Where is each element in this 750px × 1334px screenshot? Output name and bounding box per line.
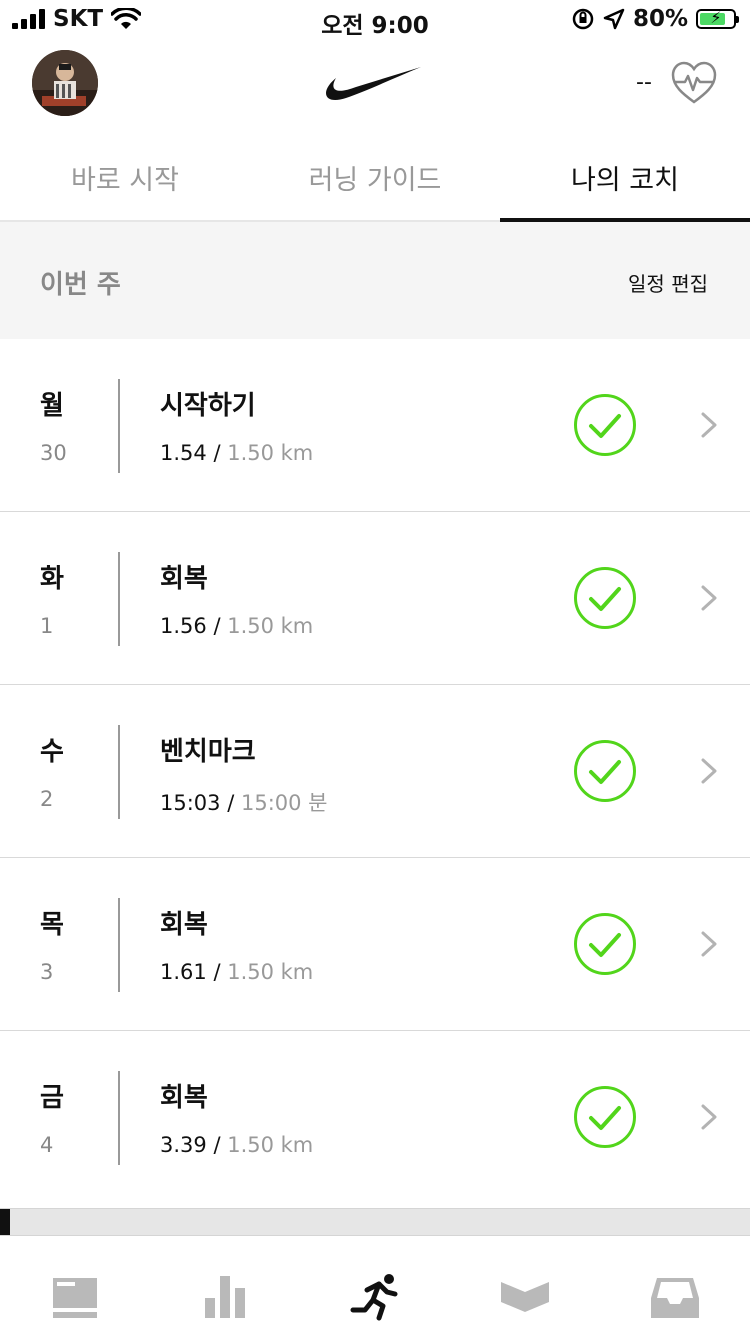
actual-value: 1.61 [160,960,207,984]
tab-my-coach[interactable]: 나의 코치 [500,135,750,222]
status-right: 80% ⚡ [571,6,739,32]
workout-progress: 3.39 / 1.50 km [160,1133,313,1157]
battery-percent: 80% [632,6,688,32]
day-label: 금 [40,1083,64,1113]
chevron-right-icon [701,1104,717,1130]
workout-row-wed[interactable]: 수 2 벤치마크 15:03 / 15:00 분 [0,685,750,858]
clubs-icon[interactable] [495,1272,555,1322]
bottom-nav [0,1236,750,1334]
plan-progress-bar [0,1208,750,1236]
charging-bolt-icon: ⚡ [710,8,722,27]
row-divider [118,725,120,819]
actual-value: 1.56 [160,614,207,638]
chevron-right-icon [701,758,717,784]
app-header: -- [0,40,750,135]
completed-check-icon [574,1086,636,1148]
workout-row-tue[interactable]: 화 1 회복 1.56 / 1.50 km [0,512,750,685]
tab-quick-start[interactable]: 바로 시작 [0,135,250,220]
workout-title: 회복 [160,564,208,594]
target-value: 1.50 km [227,441,314,465]
plan-progress-fill [0,1209,10,1235]
run-icon[interactable] [345,1272,405,1322]
workout-title: 회복 [160,910,208,940]
workout-title: 벤치마크 [160,737,256,767]
workout-title: 시작하기 [160,391,256,421]
completed-check-icon [574,567,636,629]
actual-value: 1.54 [160,441,207,465]
completed-check-icon [574,394,636,456]
row-divider [118,552,120,646]
workout-progress: 15:03 / 15:00 분 [160,787,327,817]
workout-progress: 1.54 / 1.50 km [160,441,313,465]
target-value: 15:00 분 [240,791,328,815]
day-label: 목 [40,910,64,940]
workout-row-thu[interactable]: 목 3 회복 1.61 / 1.50 km [0,858,750,1031]
row-divider [118,379,120,473]
target-value: 1.50 km [227,960,314,984]
nike-logo [326,67,421,101]
day-label: 월 [40,391,64,421]
day-label: 화 [40,564,64,594]
date-label: 30 [40,441,67,465]
week-title: 이번 주 [40,270,121,300]
rotation-lock-icon [572,8,594,30]
edit-schedule-button[interactable]: 일정 편집 [628,268,708,297]
workout-row-fri[interactable]: 금 4 회복 3.39 / 1.50 km [0,1031,750,1204]
target-value: 1.50 km [227,614,314,638]
activity-icon[interactable] [195,1272,255,1322]
tab-guided-runs[interactable]: 러닝 가이드 [250,135,500,220]
day-label: 수 [40,737,64,767]
status-bar: SKT 오전 9:00 80% ⚡ [0,0,750,40]
row-divider [118,1071,120,1165]
separator: / [206,441,228,465]
battery-charging-icon: ⚡ [696,8,739,29]
completed-check-icon [574,913,636,975]
location-icon [603,8,625,30]
actual-value: 3.39 [160,1133,207,1157]
date-label: 1 [40,614,54,638]
completed-check-icon [574,740,636,802]
date-label: 3 [40,960,54,984]
date-label: 2 [40,787,54,811]
row-divider [118,898,120,992]
separator: / [206,614,228,638]
week-header: 이번 주 일정 편집 [0,222,750,339]
separator: / [206,960,228,984]
heart-rate-value: -- [636,70,652,95]
inbox-icon[interactable] [645,1272,705,1322]
workout-progress: 1.56 / 1.50 km [160,614,313,638]
feed-icon[interactable] [45,1272,105,1322]
heart-rate-icon[interactable] [669,60,719,106]
workout-row-mon[interactable]: 월 30 시작하기 1.54 / 1.50 km [0,339,750,512]
target-value: 1.50 km [227,1133,314,1157]
chevron-right-icon [701,585,717,611]
separator: / [206,1133,228,1157]
chevron-right-icon [701,412,717,438]
tab-bar: 바로 시작 러닝 가이드 나의 코치 [0,135,750,222]
workout-title: 회복 [160,1083,208,1113]
avatar[interactable] [32,50,98,116]
separator: / [220,791,241,815]
workout-list: 월 30 시작하기 1.54 / 1.50 km 화 1 회복 1.56 / 1… [0,339,750,1204]
date-label: 4 [40,1133,54,1157]
workout-progress: 1.61 / 1.50 km [160,960,313,984]
actual-value: 15:03 [160,791,221,815]
chevron-right-icon [701,931,717,957]
